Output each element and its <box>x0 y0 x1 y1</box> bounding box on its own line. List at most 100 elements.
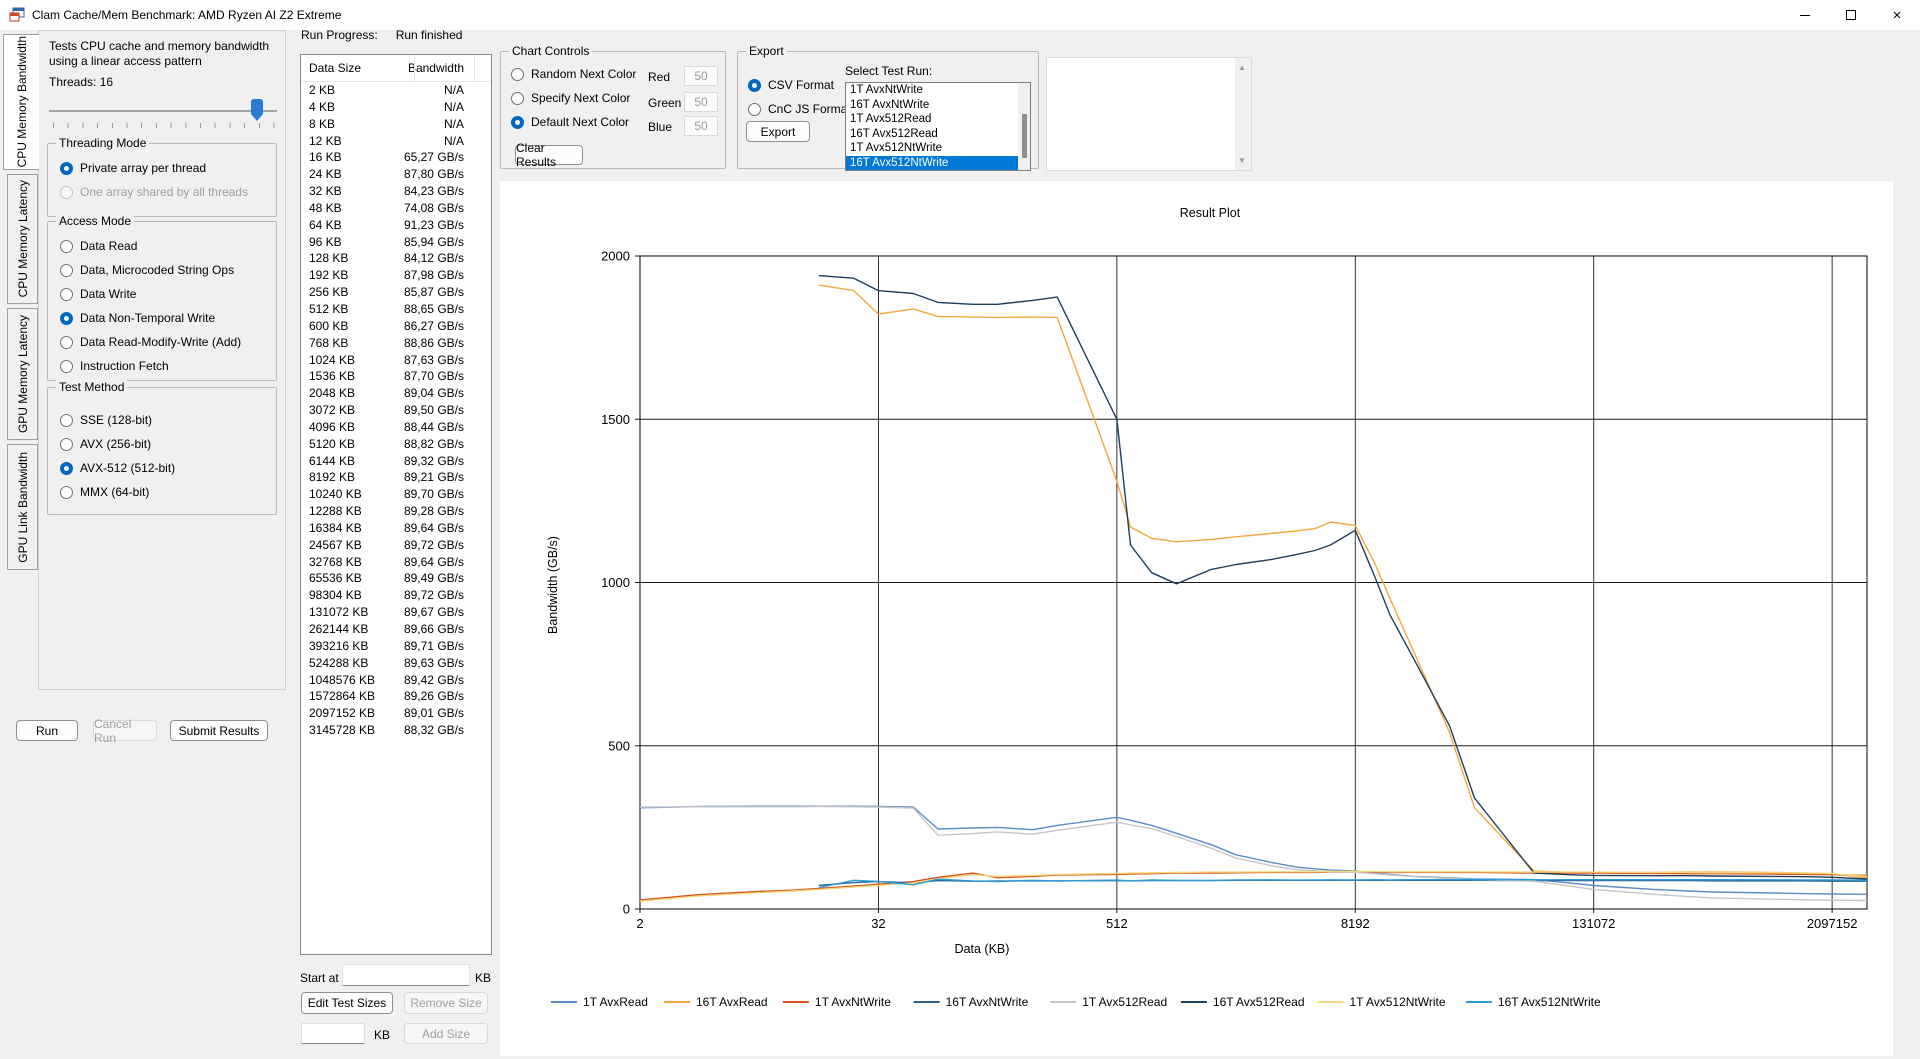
threading-mode-options: Private array per threadOne array shared… <box>60 156 248 204</box>
test-run-item[interactable]: 16T Avx512Read <box>846 127 1030 142</box>
radio-option[interactable]: Data Write <box>60 282 241 306</box>
radio-option[interactable]: Data Non-Temporal Write <box>60 306 241 330</box>
close-icon: × <box>1893 8 1902 23</box>
test-run-item[interactable]: 16T AvxNtWrite <box>846 98 1030 113</box>
listbox-scrollbar[interactable] <box>1018 83 1030 170</box>
threads-slider-track[interactable] <box>49 110 277 112</box>
radio-label: MMX (64-bit) <box>80 485 149 499</box>
result-plot-chart: 232512819213107220971520500100015002000R… <box>500 181 1893 1056</box>
run-button[interactable]: Run <box>16 720 78 741</box>
bandwidth-cell: 74,08 GB/s <box>404 200 464 217</box>
radio-option[interactable]: AVX (256-bit) <box>60 432 175 456</box>
radio-option[interactable]: Specify Next Color <box>511 86 636 110</box>
radio-icon <box>511 116 524 129</box>
data-size-cell: 8192 KB <box>309 469 355 486</box>
radio-label: Specify Next Color <box>531 91 630 105</box>
blue-input[interactable] <box>684 116 718 136</box>
radio-option[interactable]: Private array per thread <box>60 156 248 180</box>
test-run-item[interactable]: 1T AvxNtWrite <box>846 83 1030 98</box>
bandwidth-cell: 89,63 GB/s <box>404 655 464 672</box>
radio-option[interactable]: Data Read-Modify-Write (Add) <box>60 330 241 354</box>
radio-label: Random Next Color <box>531 67 636 81</box>
tab-gpu-memory-latency[interactable]: GPU Memory Latency <box>7 308 38 440</box>
scroll-up-icon[interactable]: ▲ <box>1238 63 1246 72</box>
radio-icon <box>60 486 73 499</box>
radio-option[interactable]: Instruction Fetch <box>60 354 241 378</box>
table-row: 6144 KB89,32 GB/s <box>301 453 491 470</box>
scrollbar-thumb[interactable] <box>1022 114 1027 158</box>
radio-option[interactable]: One array shared by all threads <box>60 180 248 204</box>
bandwidth-cell: 86,27 GB/s <box>404 318 464 335</box>
red-input[interactable] <box>684 66 718 86</box>
table-row: 1048576 KB89,42 GB/s <box>301 672 491 689</box>
radio-option[interactable]: Data, Microcoded String Ops <box>60 258 241 282</box>
test-method-group: Test Method SSE (128-bit)AVX (256-bit)AV… <box>47 387 277 515</box>
legend-label: 16T AvxNtWrite <box>946 995 1029 1009</box>
bandwidth-cell: 89,42 GB/s <box>404 672 464 689</box>
table-row: 24567 KB89,72 GB/s <box>301 537 491 554</box>
bandwidth-cell: 89,64 GB/s <box>404 520 464 537</box>
radio-option[interactable]: Data Read <box>60 234 241 258</box>
add-size-input[interactable] <box>301 1023 365 1044</box>
close-button[interactable]: × <box>1874 0 1920 30</box>
submit-results-button[interactable]: Submit Results <box>170 720 268 741</box>
data-size-cell: 65536 KB <box>309 570 362 587</box>
test-run-listbox[interactable]: 1T AvxNtWrite16T AvxNtWrite1T Avx512Read… <box>845 82 1031 171</box>
bandwidth-cell: 84,23 GB/s <box>404 183 464 200</box>
edit-test-sizes-button[interactable]: Edit Test Sizes <box>301 992 393 1014</box>
start-at-input[interactable] <box>342 964 470 986</box>
export-title: Export <box>746 44 787 58</box>
table-row: 256 KB85,87 GB/s <box>301 284 491 301</box>
table-row: 4 KBN/A <box>301 99 491 116</box>
radio-option[interactable]: CSV Format <box>748 73 851 97</box>
cancel-run-button[interactable]: Cancel Run <box>93 720 157 741</box>
radio-option[interactable]: Random Next Color <box>511 62 636 86</box>
start-at-unit-label: KB <box>475 971 491 985</box>
test-run-item[interactable]: 16T Avx512NtWrite <box>846 156 1030 171</box>
radio-option[interactable]: Default Next Color <box>511 110 636 134</box>
radio-option[interactable]: SSE (128-bit) <box>60 408 175 432</box>
threads-slider-thumb[interactable] <box>251 99 263 121</box>
clear-results-button[interactable]: Clear Results <box>515 145 583 165</box>
table-row: 393216 KB89,71 GB/s <box>301 638 491 655</box>
results-table-body: 2 KBN/A4 KBN/A8 KBN/A12 KBN/A16 KB65,27 … <box>301 82 491 954</box>
radio-icon <box>60 360 73 373</box>
table-row: 2048 KB 89,04 GB/s <box>301 385 491 402</box>
data-size-cell: 4096 KB <box>309 419 355 436</box>
add-size-button[interactable]: Add Size <box>404 1023 488 1044</box>
radio-option[interactable]: CnC JS Format <box>748 97 851 121</box>
data-size-cell: 2048 KB <box>309 385 355 402</box>
export-button[interactable]: Export <box>746 121 810 142</box>
bandwidth-cell: 89,70 GB/s <box>404 486 464 503</box>
green-input[interactable] <box>684 92 718 112</box>
empty-text-area[interactable]: ▲ ▼ <box>1046 57 1252 171</box>
bandwidth-cell: 89,26 GB/s <box>404 688 464 705</box>
radio-icon <box>60 240 73 253</box>
data-size-cell: 3072 KB <box>309 402 355 419</box>
chart-controls-title: Chart Controls <box>509 44 592 58</box>
tab-cpu-memory-bandwidth[interactable]: CPU Memory Bandwidth <box>3 34 39 170</box>
test-run-item[interactable]: 1T Avx512Read <box>846 112 1030 127</box>
bandwidth-cell: 88,32 GB/s <box>404 722 464 739</box>
radio-option[interactable]: MMX (64-bit) <box>60 480 175 504</box>
remove-size-button[interactable]: Remove Size <box>404 992 488 1014</box>
y-tick-label: 1500 <box>601 412 630 427</box>
tab-gpu-link-bandwidth[interactable]: GPU Link Bandwidth <box>7 444 38 570</box>
minimize-button[interactable] <box>1782 0 1828 30</box>
bandwidth-cell: 88,82 GB/s <box>404 436 464 453</box>
bandwidth-cell: 89,04 GB/s <box>404 385 464 402</box>
x-axis-label: Data (KB) <box>955 942 1010 956</box>
test-run-item[interactable]: 1T Avx512NtWrite <box>846 141 1030 156</box>
bandwidth-cell: 84,12 GB/s <box>404 250 464 267</box>
text-area-scrollbar[interactable]: ▲ ▼ <box>1235 58 1251 170</box>
restore-button[interactable] <box>1828 0 1874 30</box>
table-row: 524288 KB89,63 GB/s <box>301 655 491 672</box>
y-tick-label: 1000 <box>601 575 630 590</box>
bandwidth-cell: 87,80 GB/s <box>404 166 464 183</box>
tab-cpu-memory-latency[interactable]: CPU Memory Latency <box>7 174 38 304</box>
radio-option[interactable]: AVX-512 (512-bit) <box>60 456 175 480</box>
app-icon <box>9 7 25 23</box>
export-format-options: CSV FormatCnC JS Format <box>748 73 851 121</box>
scroll-down-icon[interactable]: ▼ <box>1238 156 1246 165</box>
table-row: 16384 KB89,64 GB/s <box>301 520 491 537</box>
